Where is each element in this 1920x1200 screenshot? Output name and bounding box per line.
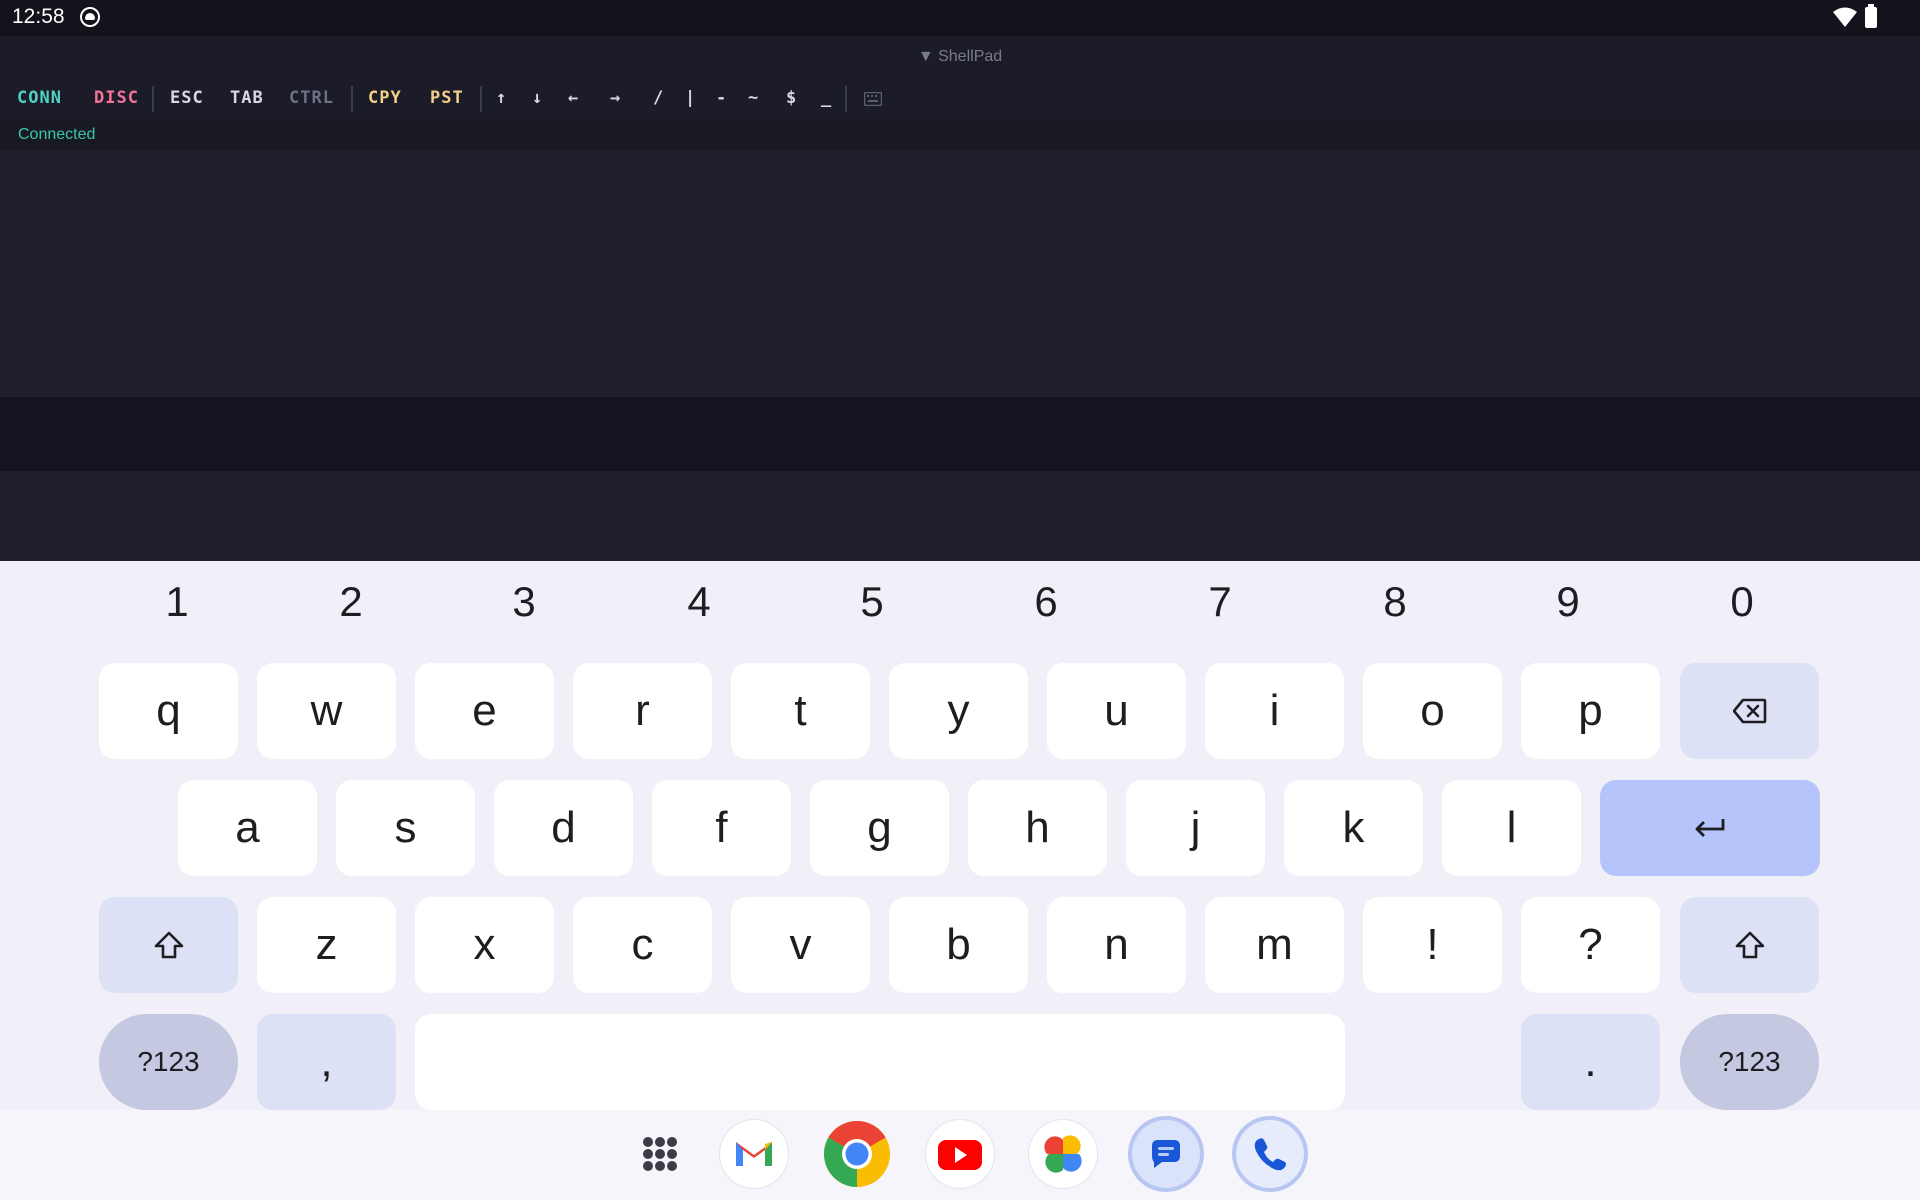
key-h[interactable]: h (968, 780, 1107, 876)
key-d[interactable]: d (494, 780, 633, 876)
key-z[interactable]: z (257, 897, 396, 993)
tilde-key-button[interactable]: ~ (748, 88, 759, 108)
toolbar-divider (152, 86, 154, 112)
terminal-output[interactable] (0, 150, 1920, 397)
tab-key-button[interactable]: TAB (230, 88, 264, 108)
shift-icon (1735, 931, 1764, 959)
enter-icon (1695, 819, 1725, 837)
key-a[interactable]: a (178, 780, 317, 876)
symbols-key-left[interactable]: ?123 (99, 1014, 238, 1110)
phone-icon[interactable] (1236, 1120, 1304, 1188)
key-w[interactable]: w (257, 663, 396, 759)
period-key[interactable]: . (1521, 1014, 1660, 1110)
key-c[interactable]: c (573, 897, 712, 993)
key-x[interactable]: x (415, 897, 554, 993)
symbols-key-right[interactable]: ?123 (1680, 1014, 1819, 1110)
key-question[interactable]: ? (1521, 897, 1660, 993)
ctrl-key-button[interactable]: CTRL (289, 88, 334, 108)
key-s[interactable]: s (336, 780, 475, 876)
arrow-up-button[interactable]: ↑ (496, 88, 507, 108)
slash-key-button[interactable]: / (653, 88, 664, 108)
key-y[interactable]: y (889, 663, 1028, 759)
key-l[interactable]: l (1442, 780, 1581, 876)
connect-button[interactable]: CONN (17, 88, 62, 108)
enter-key[interactable] (1600, 780, 1820, 876)
key-e[interactable]: e (415, 663, 554, 759)
escape-key-button[interactable]: ESC (170, 88, 204, 108)
comma-key[interactable]: , (257, 1014, 396, 1110)
key-o[interactable]: o (1363, 663, 1502, 759)
key-k[interactable]: k (1284, 780, 1423, 876)
messages-icon[interactable] (1132, 1120, 1200, 1188)
number-key-2[interactable]: 2 (321, 578, 381, 626)
shell-toolbar: CONN DISC ESC TAB CTRL CPY PST ↑ ↓ ← → /… (0, 76, 1920, 120)
shift-key-left[interactable] (99, 897, 238, 993)
shift-icon (154, 931, 183, 959)
gmail-icon[interactable] (720, 1120, 788, 1188)
dollar-key-button[interactable]: $ (786, 88, 797, 108)
key-u[interactable]: u (1047, 663, 1186, 759)
chrome-icon[interactable] (823, 1120, 891, 1188)
terminal-input-strip[interactable] (0, 397, 1920, 471)
youtube-icon[interactable] (926, 1120, 994, 1188)
connection-status: Connected (18, 126, 96, 143)
app-title[interactable]: ▼ ShellPad (0, 48, 1920, 66)
key-r[interactable]: r (573, 663, 712, 759)
key-g[interactable]: g (810, 780, 949, 876)
key-t[interactable]: t (731, 663, 870, 759)
number-key-3[interactable]: 3 (494, 578, 554, 626)
key-b[interactable]: b (889, 897, 1028, 993)
key-p[interactable]: p (1521, 663, 1660, 759)
number-key-0[interactable]: 0 (1712, 578, 1772, 626)
backspace-icon (1732, 698, 1766, 724)
key-m[interactable]: m (1205, 897, 1344, 993)
shift-key-right[interactable] (1680, 897, 1819, 993)
toolbar-divider (351, 86, 353, 112)
key-n[interactable]: n (1047, 897, 1186, 993)
connection-status-bar: Connected (0, 120, 1920, 150)
arrow-right-button[interactable]: → (610, 88, 621, 108)
wifi-icon (1833, 7, 1857, 27)
number-key-9[interactable]: 9 (1538, 578, 1598, 626)
key-q[interactable]: q (99, 663, 238, 759)
toolbar-divider (845, 86, 847, 112)
key-i[interactable]: i (1205, 663, 1344, 759)
paste-button[interactable]: PST (430, 88, 464, 108)
notification-icon (80, 7, 100, 27)
terminal-lower-area (0, 471, 1920, 561)
key-j[interactable]: j (1126, 780, 1265, 876)
pipe-key-button[interactable]: | (685, 88, 696, 108)
space-key[interactable] (415, 1014, 1345, 1110)
number-key-8[interactable]: 8 (1365, 578, 1425, 626)
arrow-down-button[interactable]: ↓ (532, 88, 543, 108)
keyboard-icon[interactable] (864, 92, 882, 106)
disconnect-button[interactable]: DISC (94, 88, 139, 108)
app-drawer-icon[interactable] (626, 1120, 694, 1188)
app-title-bar: ▼ ShellPad (0, 36, 1920, 76)
number-key-4[interactable]: 4 (669, 578, 729, 626)
key-exclamation[interactable]: ! (1363, 897, 1502, 993)
key-v[interactable]: v (731, 897, 870, 993)
arrow-left-button[interactable]: ← (568, 88, 579, 108)
number-key-1[interactable]: 1 (147, 578, 207, 626)
status-bar: 12:58 (0, 0, 1920, 36)
number-key-5[interactable]: 5 (842, 578, 902, 626)
key-f[interactable]: f (652, 780, 791, 876)
clock: 12:58 (12, 5, 65, 28)
number-key-7[interactable]: 7 (1190, 578, 1250, 626)
underscore-key-button[interactable]: _ (821, 88, 832, 108)
number-key-6[interactable]: 6 (1016, 578, 1076, 626)
dash-key-button[interactable]: - (716, 88, 727, 108)
copy-button[interactable]: CPY (368, 88, 402, 108)
battery-icon (1865, 4, 1877, 28)
photos-icon[interactable] (1029, 1120, 1097, 1188)
backspace-key[interactable] (1680, 663, 1819, 759)
toolbar-divider (480, 86, 482, 112)
